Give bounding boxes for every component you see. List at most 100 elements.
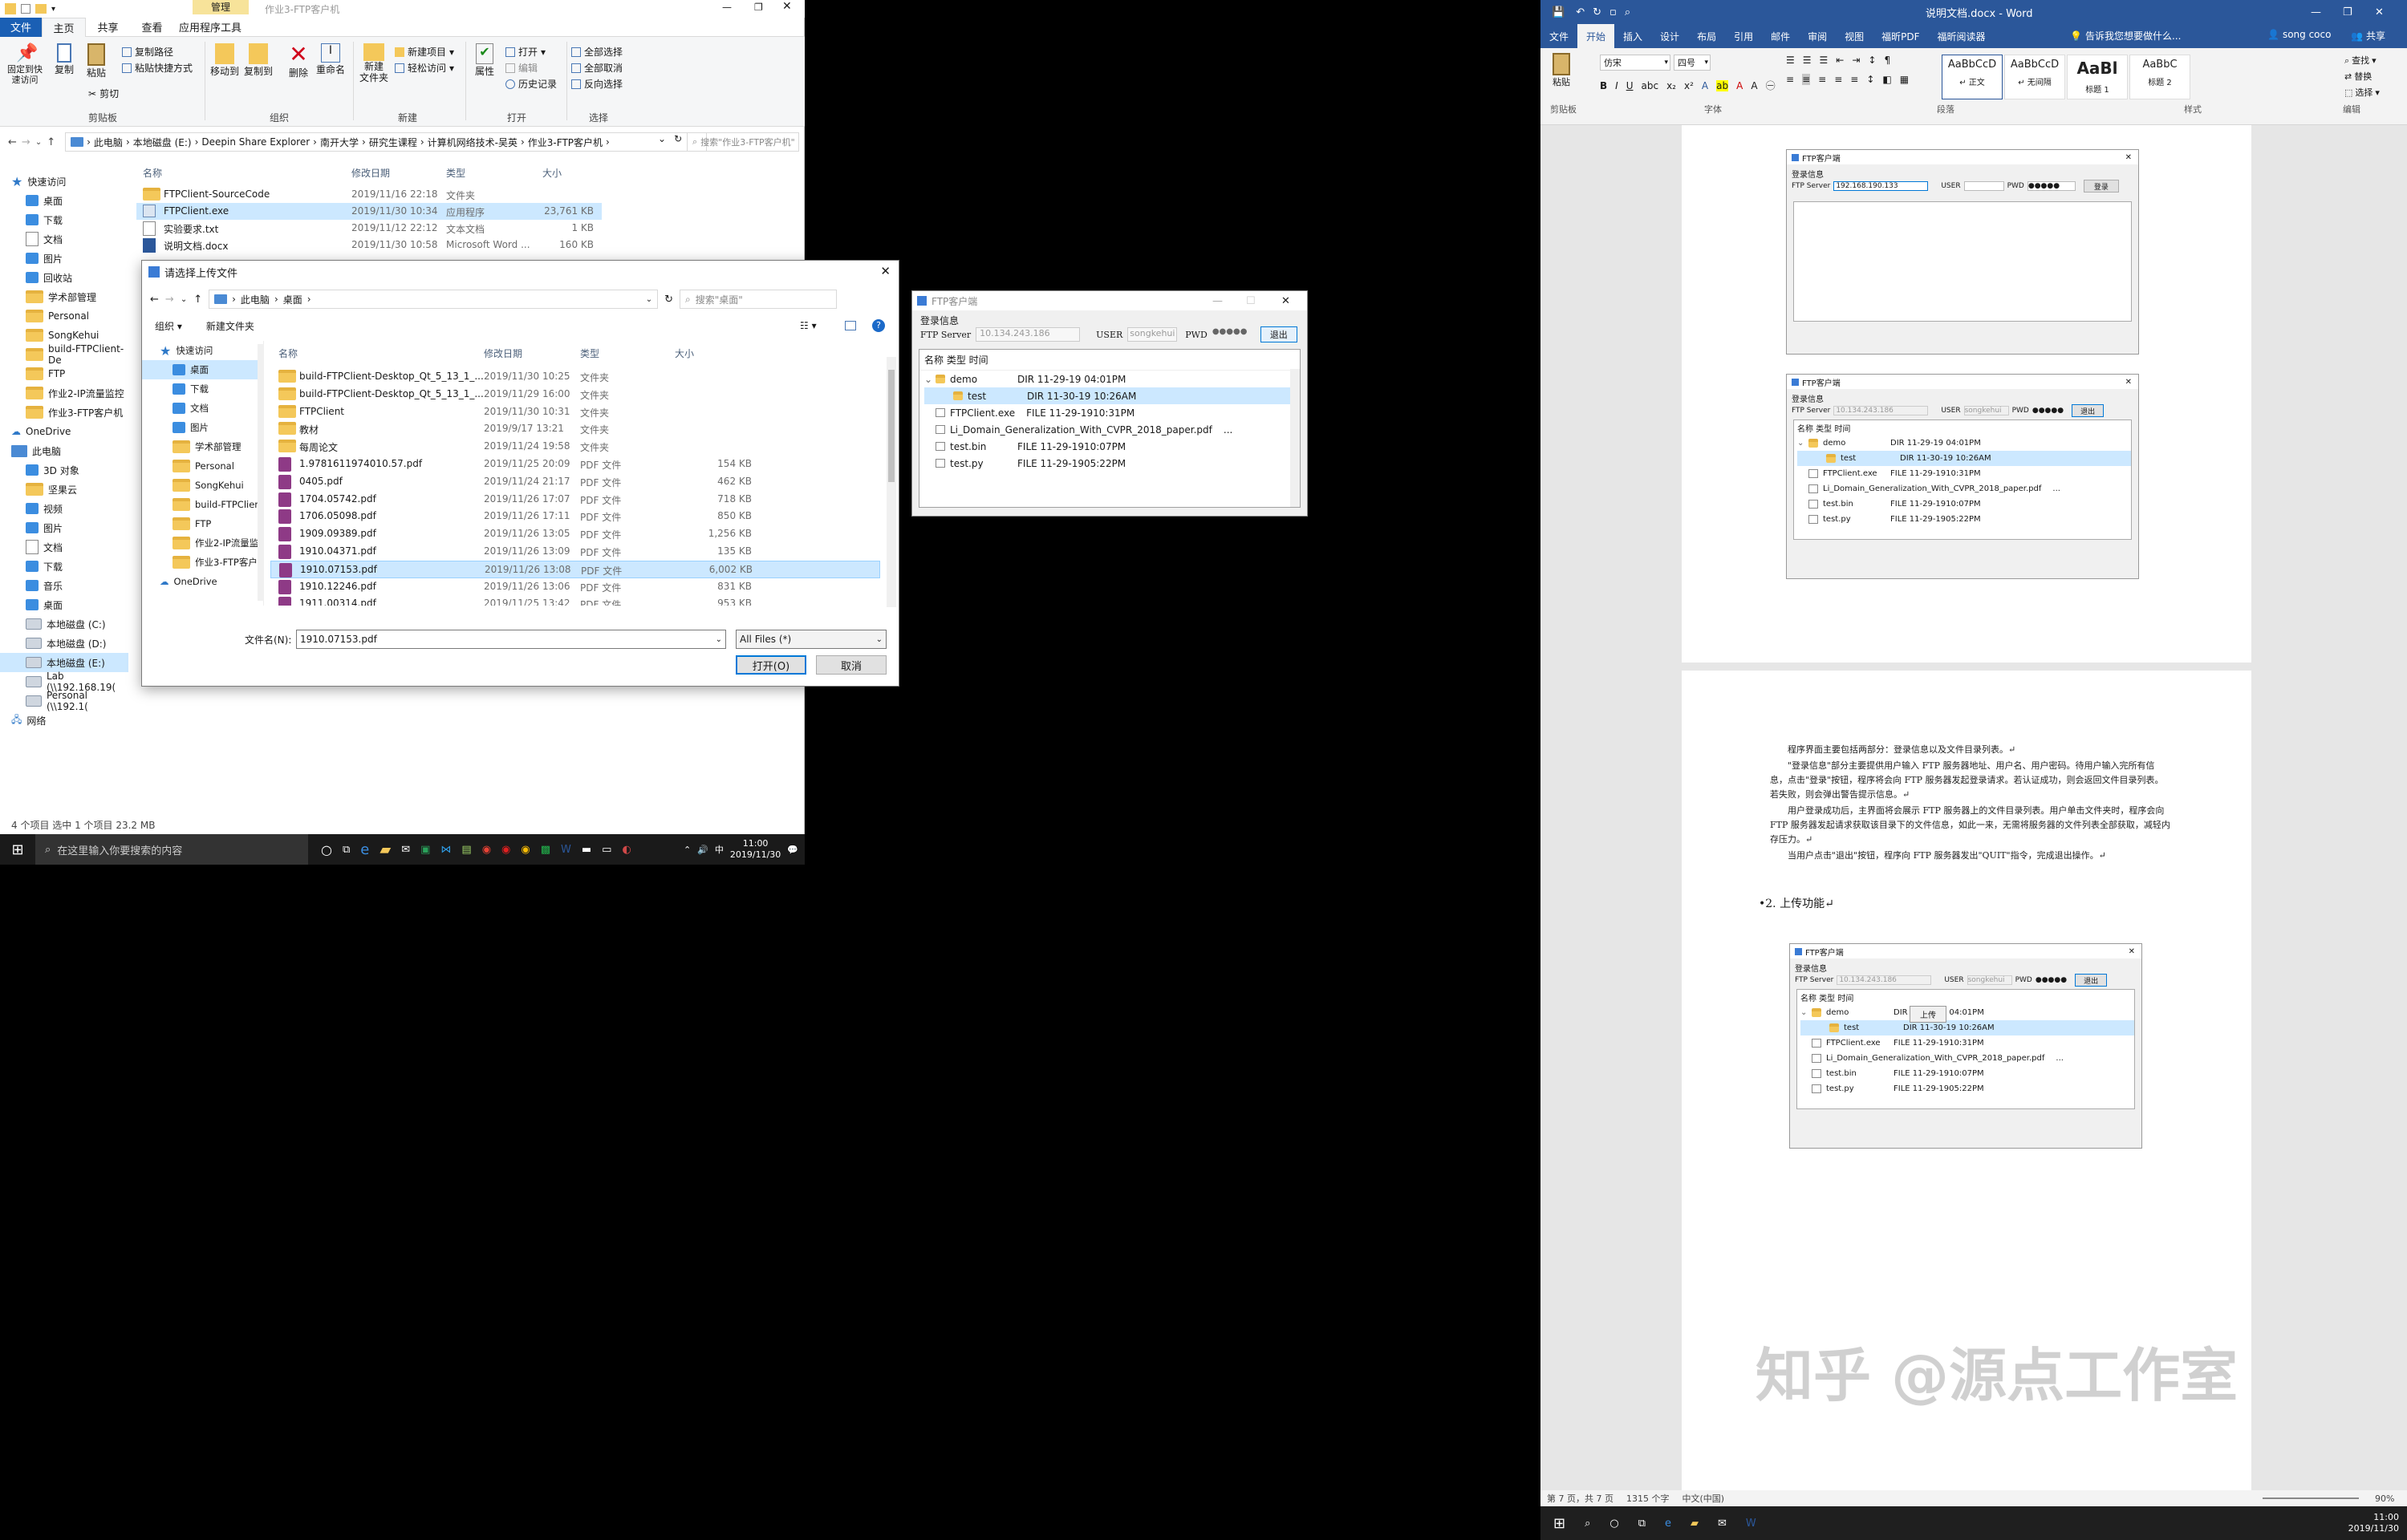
multilevel-button[interactable]: ☰ bbox=[1820, 55, 1829, 66]
up-arrow-icon[interactable]: ↑ bbox=[47, 136, 55, 148]
invert-selection-button[interactable]: 反向选择 bbox=[571, 77, 623, 91]
tab-view[interactable]: 查看 bbox=[130, 19, 174, 34]
history-button[interactable]: 历史记录 bbox=[505, 77, 557, 91]
new-folder-qat-icon[interactable] bbox=[35, 4, 47, 14]
language[interactable]: 中文(中国) bbox=[1682, 1492, 1724, 1505]
ftp-tree-item[interactable]: FTPClient.exe FILE 11-29-1910:31PM bbox=[924, 404, 1300, 421]
file-row[interactable]: 1910.12246.pdf 2019/11/26 13:06 PDF 文件 831 … bbox=[270, 578, 880, 596]
app-icon[interactable]: ▣ bbox=[420, 844, 430, 856]
nav-item[interactable]: 学术部管理 bbox=[142, 437, 263, 456]
nav-item[interactable]: SongKehui bbox=[142, 476, 263, 495]
bold-button[interactable]: B bbox=[1600, 80, 1607, 91]
pin-button[interactable]: 📌 固定到快速访问 bbox=[5, 43, 45, 85]
style-gallery-item[interactable]: AaBbCcD ↵ 无间隔 bbox=[2004, 55, 2065, 99]
maximize-button[interactable]: ❐ bbox=[2343, 6, 2352, 18]
new-folder-button[interactable]: 新建 文件夹 bbox=[358, 43, 390, 83]
file-row[interactable]: build-FTPClient-Desktop_Qt_5_13_1_... 201… bbox=[270, 368, 880, 386]
col-name[interactable]: 名称 bbox=[143, 166, 162, 180]
edit-button[interactable]: 编辑 bbox=[505, 61, 538, 75]
ftp-tree-item[interactable]: test.py FILE 11-29-1905:22PM bbox=[1797, 512, 2131, 527]
breadcrumb-item[interactable]: 本地磁盘 (E:) bbox=[133, 136, 192, 149]
chevron-down-icon[interactable]: ⌄ bbox=[658, 133, 666, 144]
task-view-icon[interactable]: ⧉ bbox=[1638, 1518, 1646, 1530]
nav-item[interactable]: 作业2-IP流量监控 bbox=[0, 383, 128, 403]
nav-item[interactable]: 下载 bbox=[142, 379, 263, 399]
ftp-tree-item[interactable]: FTPClient.exe FILE 11-29-1910:31PM bbox=[1800, 1035, 2134, 1051]
select-button[interactable]: ⬚ 选择 ▾ bbox=[2344, 85, 2380, 101]
filename-input[interactable]: 1910.07153.pdf ⌄ bbox=[296, 630, 726, 649]
nav-item[interactable]: 回收站 bbox=[0, 268, 128, 287]
word-icon[interactable]: W bbox=[561, 844, 571, 856]
word-tab[interactable]: 福昕阅读器 bbox=[1929, 24, 1995, 48]
style-gallery-item[interactable]: AaBbCcD ↵ 正文 bbox=[1942, 55, 2003, 99]
nav-item[interactable]: 本地磁盘 (D:) bbox=[0, 634, 128, 653]
enclose-char-button[interactable]: ㊀ bbox=[1766, 79, 1776, 92]
properties-qat-icon[interactable] bbox=[21, 4, 30, 14]
nav-item[interactable]: 本地磁盘 (C:) bbox=[0, 614, 128, 634]
ftp-client-icon[interactable]: ◐ bbox=[622, 844, 631, 856]
new-item-button[interactable]: 新建项目 ▾ bbox=[395, 45, 454, 59]
style-gallery-item[interactable]: AaBl 标题 1 bbox=[2067, 55, 2128, 99]
word-taskbar-clock[interactable]: 11:00 2019/11/30 bbox=[2348, 1512, 2399, 1534]
word-tab[interactable]: 开始 bbox=[1577, 24, 1615, 48]
file-row[interactable]: 1911.00314.pdf 2019/11/25 13:42 PDF 文件 953 … bbox=[270, 595, 880, 606]
open-button[interactable]: 打开(O) bbox=[736, 655, 806, 675]
nav-item[interactable]: 坚果云 bbox=[0, 480, 128, 499]
nav-item[interactable]: 图片 bbox=[0, 249, 128, 268]
new-doc-icon[interactable]: ▫ bbox=[1609, 6, 1617, 18]
copy-path-button[interactable]: 复制路径 bbox=[122, 45, 173, 59]
nav-item[interactable]: Lab (\\192.168.19( bbox=[0, 671, 128, 693]
increase-indent-button[interactable]: ⇥ bbox=[1852, 55, 1860, 66]
shading-button[interactable]: ◧ bbox=[1882, 74, 1891, 85]
tab-home[interactable]: 主页 bbox=[42, 17, 86, 37]
style-gallery-item[interactable]: AaBbC 标题 2 bbox=[2129, 55, 2190, 99]
ftp-tree-item[interactable]: Li_Domain_Generalization_With_CVPR_2018_… bbox=[1797, 481, 2131, 496]
manage-tab[interactable]: 管理 bbox=[193, 0, 249, 14]
decrease-indent-button[interactable]: ⇤ bbox=[1836, 55, 1844, 66]
breadcrumb-item[interactable]: 作业3-FTP客户机 bbox=[528, 136, 603, 149]
ftp-tree-item[interactable]: test.py FILE 11-29-1905:22PM bbox=[924, 455, 1300, 472]
paste-shortcut-button[interactable]: 粘贴快捷方式 bbox=[122, 61, 193, 75]
col-size[interactable]: 大小 bbox=[675, 346, 694, 360]
chevron-down-icon[interactable]: ⌄ bbox=[716, 635, 722, 644]
file-row[interactable]: FTPClient 2019/11/30 10:31 文件夹 bbox=[270, 403, 880, 421]
edge-icon[interactable]: e bbox=[1665, 1518, 1671, 1530]
minimize-button[interactable]: — bbox=[722, 2, 732, 13]
close-button[interactable]: ✕ bbox=[2375, 6, 2384, 18]
col-name[interactable]: 名称 bbox=[278, 346, 298, 360]
nav-item[interactable]: 文档 bbox=[0, 229, 128, 249]
breadcrumb-item[interactable]: Deepin Share Explorer bbox=[201, 136, 310, 148]
cancel-button[interactable]: 取消 bbox=[816, 655, 887, 675]
bullets-button[interactable]: ☰ bbox=[1786, 55, 1795, 66]
nav-item[interactable]: Personal bbox=[0, 306, 128, 326]
search-icon[interactable]: ⌕ bbox=[1585, 1518, 1590, 1530]
text-effects-button[interactable]: A bbox=[1702, 80, 1708, 91]
paste-button[interactable]: 粘贴 bbox=[82, 43, 111, 79]
file-row[interactable]: 1910.04371.pdf 2019/11/26 13:09 PDF 文件 135 … bbox=[270, 543, 880, 561]
ftp-tree-item[interactable]: test DIR 11-30-19 10:26AM bbox=[924, 387, 1300, 404]
tab-share[interactable]: 共享 bbox=[86, 19, 130, 34]
easy-access-button[interactable]: 轻松访问 ▾ bbox=[395, 61, 454, 75]
select-all-button[interactable]: 全部选择 bbox=[571, 45, 623, 59]
explorer-search-box[interactable]: ⌕ 搜索"作业3-FTP客户机" bbox=[687, 132, 799, 152]
word-tab[interactable]: 插入 bbox=[1614, 24, 1651, 48]
nav-item[interactable]: Personal (\\192.1( bbox=[0, 690, 128, 712]
preview-pane-icon[interactable] bbox=[845, 321, 856, 330]
word-share-button[interactable]: 👥 共享 bbox=[2351, 29, 2385, 43]
word-tab[interactable]: 邮件 bbox=[1762, 24, 1799, 48]
breadcrumb-item[interactable]: 南开大学 bbox=[320, 136, 359, 149]
ime-indicator[interactable]: 中 bbox=[715, 843, 724, 856]
font-color-button[interactable]: A bbox=[1736, 80, 1743, 91]
file-explorer-icon[interactable]: ▰ bbox=[380, 841, 391, 858]
file-row[interactable]: 1704.05742.pdf 2019/11/26 17:07 PDF 文件 718 … bbox=[270, 491, 880, 509]
open-button[interactable]: 打开 ▾ bbox=[505, 45, 546, 59]
breadcrumb-item[interactable]: 此电脑 bbox=[94, 136, 123, 149]
taskbar-search-input[interactable]: ⌕ 在这里输入你要搜索的内容 bbox=[35, 834, 308, 865]
breadcrumb[interactable]: › 此电脑 › 本地磁盘 (E:) › Deepin Share Explorer › 南开大… bbox=[65, 132, 708, 152]
file-row[interactable]: 1706.05098.pdf 2019/11/26 17:11 PDF 文件 850 … bbox=[270, 508, 880, 525]
server-input[interactable]: 10.134.243.186 bbox=[976, 327, 1081, 342]
qat-dropdown-icon[interactable]: ▾ bbox=[51, 5, 55, 14]
chevron-down-icon[interactable]: ⌄ bbox=[646, 295, 652, 304]
scroll-thumb[interactable] bbox=[888, 370, 895, 482]
nav-item[interactable]: 桌面 bbox=[0, 595, 128, 614]
